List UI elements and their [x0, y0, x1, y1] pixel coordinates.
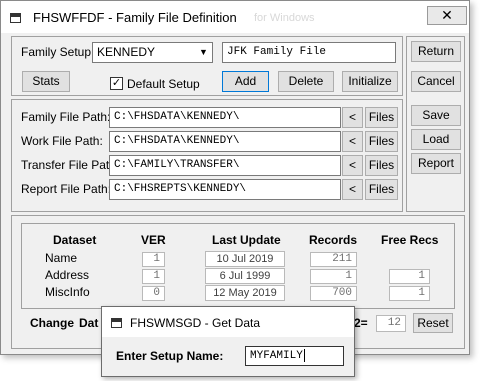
miscinfo-ver-field: 0	[142, 286, 165, 301]
dialog-title-bar: FHSWMSGD - Get Data	[102, 307, 354, 337]
miscinfo-free-recs-field: 1	[389, 286, 430, 301]
family-description-field[interactable]: JFK Family File	[222, 42, 396, 63]
records-column-header: Records	[309, 233, 358, 247]
miscinfo-last-update-value: 12 May 2019	[213, 287, 277, 299]
address-free-recs-field: 1	[389, 269, 430, 284]
miscinfo-records-value: 700	[332, 287, 352, 299]
name-records-value: 211	[332, 253, 352, 265]
work-file-path-files-button[interactable]: Files	[365, 131, 398, 152]
field2-label: 2=	[354, 316, 368, 330]
work-file-path-value: C:\FHSDATA\KENNEDY\	[114, 135, 240, 147]
initialize-button[interactable]: Initialize	[342, 71, 398, 92]
family-file-path-label: Family File Path:	[21, 110, 111, 124]
family-setup-label: Family Setup:	[21, 45, 95, 59]
window-title: FHSWFFDF - Family File Definition	[33, 10, 237, 25]
window-title-behind: for Windows	[254, 12, 315, 24]
title-bar: FHSWFFDF - Family File Definition for Wi…	[1, 1, 469, 33]
setup-name-input[interactable]: MYFAMILY	[245, 346, 344, 366]
report-file-path-field[interactable]: C:\FHSREPTS\KENNEDY\	[109, 179, 341, 200]
transfer-file-path-back-button[interactable]: <	[342, 155, 363, 176]
family-file-path-back-button[interactable]: <	[342, 107, 363, 128]
address-records-value: 1	[345, 270, 352, 282]
field2-input[interactable]: 12	[376, 315, 406, 332]
transfer-file-path-field[interactable]: C:\FAMILY\TRANSFER\	[109, 155, 341, 176]
dataset-column-header: Dataset	[53, 233, 97, 247]
name-ver-value: 1	[153, 253, 160, 265]
dialog-title: FHSWMSGD - Get Data	[130, 316, 261, 330]
report-file-path-back-button[interactable]: <	[342, 179, 363, 200]
delete-button[interactable]: Delete	[278, 71, 334, 92]
address-last-update-value: 6 Jul 1999	[219, 270, 271, 282]
default-setup-label: Default Setup	[127, 77, 200, 91]
name-last-update-value: 10 Jul 2019	[216, 253, 274, 265]
text-cursor	[303, 348, 305, 362]
transfer-file-path-label: Transfer File Path:	[21, 158, 120, 172]
change-data-label: Dat	[79, 316, 99, 330]
family-file-path-files-button[interactable]: Files	[365, 107, 398, 128]
cancel-button[interactable]: Cancel	[411, 71, 461, 92]
add-button[interactable]: Add	[222, 71, 269, 92]
dataset-miscinfo-label: MiscInfo	[45, 285, 90, 299]
app-window-icon	[10, 13, 21, 23]
miscinfo-records-field: 700	[310, 286, 357, 301]
name-ver-field: 1	[142, 252, 165, 267]
dataset-name-label: Name	[45, 251, 78, 265]
miscinfo-free-recs-value: 1	[418, 287, 425, 299]
save-button[interactable]: Save	[411, 105, 461, 126]
family-file-definition-window: FHSWFFDF - Family File Definition for Wi…	[0, 0, 470, 355]
transfer-file-path-files-button[interactable]: Files	[365, 155, 398, 176]
miscinfo-ver-value: 0	[153, 287, 160, 299]
family-file-path-value: C:\FHSDATA\KENNEDY\	[114, 111, 240, 123]
close-button[interactable]: ✕	[427, 6, 467, 25]
report-button[interactable]: Report	[411, 153, 461, 174]
family-description-value: JFK Family File	[227, 46, 327, 58]
report-file-path-value: C:\FHSREPTS\KENNEDY\	[114, 183, 247, 195]
work-file-path-back-button[interactable]: <	[342, 131, 363, 152]
family-setup-value: KENNEDY	[97, 45, 156, 59]
last-update-column-header: Last Update	[212, 233, 281, 247]
setup-name-value: MYFAMILY	[250, 350, 303, 362]
stats-button[interactable]: Stats	[22, 71, 70, 92]
default-setup-checkbox[interactable]: ✓	[110, 77, 123, 90]
work-file-path-field[interactable]: C:\FHSDATA\KENNEDY\	[109, 131, 341, 152]
free-recs-column-header: Free Recs	[381, 233, 439, 247]
name-last-update-field: 10 Jul 2019	[205, 251, 285, 267]
work-file-path-label: Work File Path:	[21, 134, 103, 148]
address-records-field: 1	[310, 269, 357, 284]
get-data-dialog: FHSWMSGD - Get Data Enter Setup Name: MY…	[101, 306, 355, 377]
dialog-window-icon	[111, 318, 122, 328]
setup-name-prompt: Enter Setup Name:	[116, 349, 224, 363]
change-label: Change	[30, 316, 75, 330]
miscinfo-last-update-field: 12 May 2019	[205, 285, 285, 301]
ver-column-header: VER	[141, 233, 166, 247]
address-ver-value: 1	[153, 270, 160, 282]
dataset-address-label: Address	[45, 268, 90, 282]
family-file-path-field[interactable]: C:\FHSDATA\KENNEDY\	[109, 107, 341, 128]
transfer-file-path-value: C:\FAMILY\TRANSFER\	[114, 159, 240, 171]
address-last-update-field: 6 Jul 1999	[205, 268, 285, 284]
name-records-field: 211	[310, 252, 357, 267]
family-setup-combo[interactable]: KENNEDY ▼	[92, 42, 213, 63]
field2-value: 12	[387, 317, 401, 329]
report-file-path-files-button[interactable]: Files	[365, 179, 398, 200]
chevron-down-icon[interactable]: ▼	[195, 43, 212, 62]
address-free-recs-value: 1	[418, 270, 425, 282]
report-file-path-label: Report File Path:	[21, 182, 112, 196]
address-ver-field: 1	[142, 269, 165, 284]
return-button[interactable]: Return	[411, 41, 461, 62]
load-button[interactable]: Load	[411, 129, 461, 150]
reset-button[interactable]: Reset	[413, 313, 453, 333]
